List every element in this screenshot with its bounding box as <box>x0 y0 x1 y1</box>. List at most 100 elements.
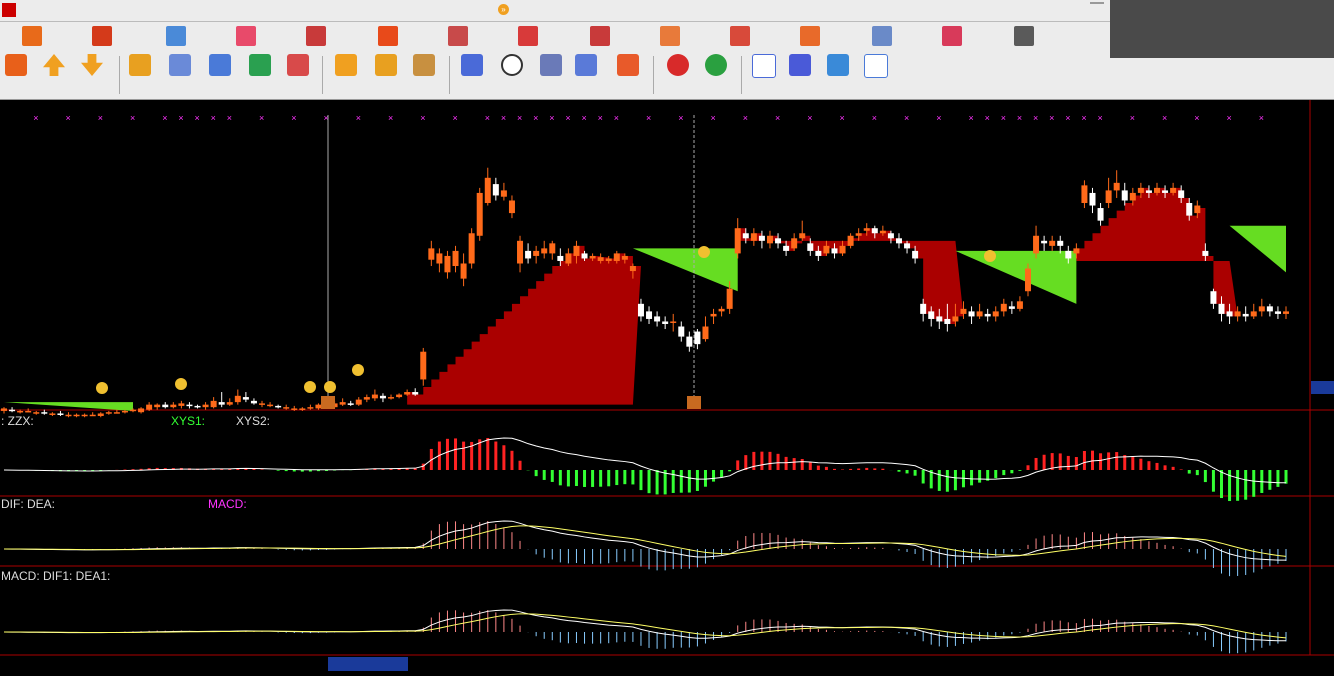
shortcut-star-icon[interactable] <box>92 26 112 46</box>
candle-body <box>113 412 120 414</box>
candle-body <box>1016 301 1023 309</box>
multi-stock-button[interactable] <box>453 52 491 98</box>
adjust-button[interactable] <box>532 52 570 98</box>
candle-body <box>968 311 975 317</box>
candle-body <box>250 400 257 404</box>
intraday-button[interactable] <box>745 52 783 98</box>
sector-button[interactable] <box>279 52 317 98</box>
pencil-icon <box>617 54 639 76</box>
grid-icon <box>287 54 309 76</box>
signal-x-mark: × <box>598 113 603 123</box>
signal-x-mark: × <box>614 113 619 123</box>
candle-body <box>895 238 902 244</box>
shortcut-table-icon[interactable] <box>872 26 892 46</box>
candle-body <box>581 253 588 259</box>
draw-line-button[interactable] <box>609 52 647 98</box>
stock-picker-button[interactable] <box>405 52 443 98</box>
market-button[interactable] <box>1090 2 1104 4</box>
chart-area[interactable]: × × × × × × × × × × × × × × × × × × × × × × × × × × × × × × × × × × × × × × × ×… <box>0 100 1334 671</box>
buy-button[interactable] <box>659 52 697 98</box>
shortcut-bars-icon[interactable] <box>306 26 326 46</box>
shortcut-trend-icon[interactable] <box>166 26 186 46</box>
shortcut-gear-icon[interactable] <box>730 26 750 46</box>
clock-icon <box>501 54 523 76</box>
ranking-button[interactable] <box>241 52 279 98</box>
candle-body <box>363 397 370 400</box>
candle-body <box>307 407 314 409</box>
signal-x-mark: × <box>1098 113 1103 123</box>
quote-button[interactable] <box>121 52 159 98</box>
signal-x-mark: × <box>1227 113 1232 123</box>
stock-pool-dropdown-icon[interactable]: » <box>498 4 509 15</box>
sell-button[interactable] <box>697 52 735 98</box>
macd-variant-title: : ZZX: <box>1 414 34 428</box>
shortcut-kline-icon[interactable] <box>236 26 256 46</box>
candle-body <box>1089 192 1096 206</box>
cursor-date-box <box>328 657 408 671</box>
shortcut-alert-icon[interactable] <box>448 26 468 46</box>
download-button[interactable] <box>327 52 365 98</box>
candle-body <box>1178 190 1185 198</box>
shortcut-hk-icon[interactable] <box>942 26 962 46</box>
candle-body <box>275 405 282 408</box>
candle-body <box>226 402 233 405</box>
candle-body <box>492 184 499 196</box>
shortcut-target-icon[interactable] <box>800 26 820 46</box>
candle-body <box>766 235 773 244</box>
candle-body <box>807 243 814 251</box>
page-down-button[interactable] <box>73 52 111 98</box>
shortcut-medal-icon[interactable] <box>590 26 610 46</box>
candle-body <box>1105 190 1112 204</box>
candle-body <box>936 316 943 322</box>
candle-body <box>1194 205 1201 214</box>
candle-body <box>259 403 266 405</box>
shortcut-triangle-icon[interactable] <box>660 26 680 46</box>
candle-body <box>444 255 451 273</box>
multi-day-button[interactable] <box>493 52 531 98</box>
candle-body <box>1210 291 1217 304</box>
candle-body <box>154 404 161 408</box>
candle-body <box>178 403 185 406</box>
home-button[interactable] <box>0 52 35 98</box>
period-button[interactable] <box>567 52 605 98</box>
candle-body <box>887 233 894 239</box>
candle-body <box>428 248 435 260</box>
candle-body <box>1113 182 1120 191</box>
candle-body <box>686 336 693 347</box>
candle-body <box>460 263 467 279</box>
candle-body <box>750 233 757 241</box>
candle-body <box>984 313 991 317</box>
report-button[interactable] <box>161 52 199 98</box>
candle-body <box>775 238 782 244</box>
news-button[interactable] <box>857 52 895 98</box>
shortcut-ipo-icon[interactable] <box>1014 26 1034 46</box>
candle-body <box>81 414 88 417</box>
candle-body <box>210 400 217 408</box>
candle-body <box>646 311 653 319</box>
candle-body <box>170 404 177 408</box>
candle-body <box>1242 313 1249 317</box>
signal-x-mark: × <box>775 113 780 123</box>
f10-button[interactable] <box>819 52 857 98</box>
candle-body <box>1 408 7 411</box>
candle-body <box>73 414 80 417</box>
money-bag-icon <box>984 250 996 262</box>
candle-body <box>17 410 24 413</box>
candle-body <box>1057 240 1064 246</box>
kline-button[interactable] <box>781 52 819 98</box>
candle-body <box>186 404 193 407</box>
shortcut-fire-icon[interactable] <box>378 26 398 46</box>
shortcut-chart-icon[interactable] <box>22 26 42 46</box>
candle-body <box>65 414 72 417</box>
f8-icon <box>575 54 597 76</box>
formula-button[interactable] <box>367 52 405 98</box>
money-bag-icon <box>96 382 108 394</box>
candle-body <box>629 266 636 272</box>
candle-body <box>452 250 459 267</box>
shortcut-calendar-icon[interactable] <box>518 26 538 46</box>
watchlist-button[interactable] <box>201 52 239 98</box>
page-up-button[interactable] <box>35 52 73 98</box>
signal-x-mark: × <box>985 113 990 123</box>
candle-body <box>557 255 564 261</box>
money-bag-icon <box>304 381 316 393</box>
